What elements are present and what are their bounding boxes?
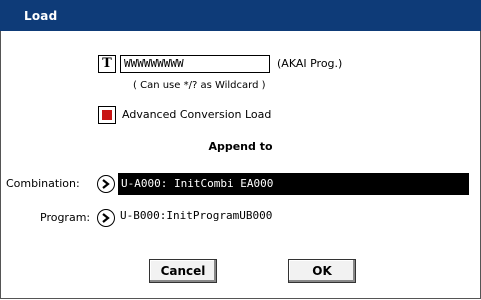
text-edit-button[interactable]: T bbox=[98, 55, 116, 73]
append-to-heading: Append to bbox=[208, 140, 273, 153]
ok-button[interactable]: OK bbox=[288, 259, 356, 283]
combination-value[interactable]: U-A000: InitCombi EA000 bbox=[118, 173, 469, 195]
dialog-title: Load bbox=[24, 9, 58, 23]
combination-label: Combination: bbox=[6, 177, 80, 190]
checkbox-checked-indicator bbox=[102, 110, 112, 120]
cancel-button[interactable]: Cancel bbox=[149, 259, 217, 283]
combination-select-arrow-icon[interactable] bbox=[97, 175, 115, 193]
advanced-conversion-label: Advanced Conversion Load bbox=[122, 108, 272, 121]
advanced-conversion-checkbox[interactable] bbox=[98, 106, 116, 124]
program-select-arrow-icon[interactable] bbox=[97, 209, 115, 227]
program-label: Program: bbox=[40, 211, 91, 224]
filename-field[interactable]: WWWWWWWWW bbox=[120, 55, 270, 73]
title-bar: Load bbox=[0, 0, 481, 32]
filename-suffix: (AKAI Prog.) bbox=[277, 57, 343, 70]
program-value[interactable]: U-B000:InitProgramUB000 bbox=[120, 209, 272, 222]
wildcard-hint: ( Can use */? as Wildcard ) bbox=[133, 80, 266, 91]
